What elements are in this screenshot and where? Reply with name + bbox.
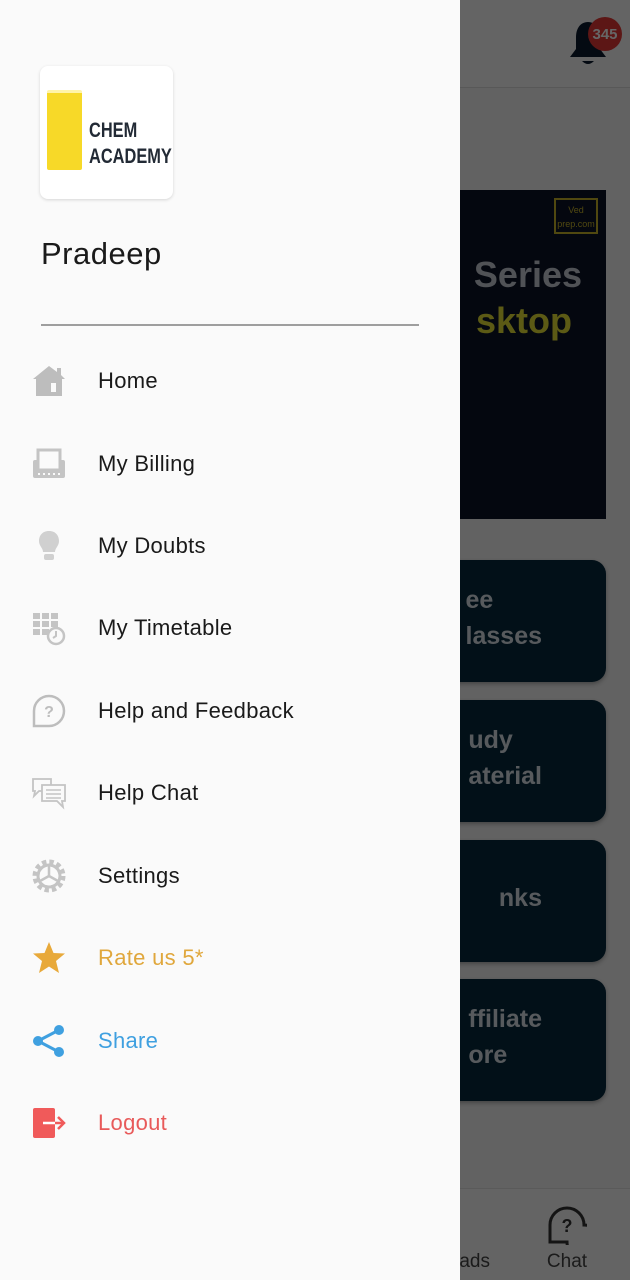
divider	[41, 324, 419, 326]
menu-label: Rate us 5*	[98, 945, 204, 970]
logo-line2: ACADEMY	[89, 145, 172, 168]
logo-text: CHEM ACADEMY	[89, 118, 172, 170]
menu-item-help-chat[interactable]: Help Chat	[0, 752, 460, 834]
menu-item-share[interactable]: Share	[0, 1000, 460, 1082]
timetable-icon	[30, 609, 68, 647]
menu-item-my-timetable[interactable]: My Timetable	[0, 587, 460, 669]
menu-item-home[interactable]: Home	[0, 340, 460, 422]
beaker-icon	[47, 90, 82, 170]
menu-label: Logout	[98, 1110, 168, 1135]
star-icon	[30, 939, 68, 977]
svg-text:?: ?	[44, 704, 54, 721]
menu-label: Home	[98, 368, 158, 393]
menu-label: Share	[98, 1028, 159, 1053]
app-logo: CHEM ACADEMY	[40, 66, 173, 199]
menu-item-settings[interactable]: Settings	[0, 835, 460, 917]
billing-icon	[30, 445, 68, 483]
user-name: Pradeep	[41, 236, 162, 271]
home-icon	[30, 362, 68, 400]
menu-label: My Billing	[98, 451, 196, 476]
logo-line1: CHEM	[89, 119, 138, 142]
gear-icon	[30, 857, 68, 895]
menu-item-my-doubts[interactable]: My Doubts	[0, 505, 460, 587]
menu-label: Settings	[98, 863, 180, 888]
chat-icon	[30, 774, 68, 812]
logout-icon	[30, 1104, 68, 1142]
menu-item-my-billing[interactable]: My Billing	[0, 423, 460, 505]
share-icon	[30, 1022, 68, 1060]
help-icon: ?	[30, 692, 68, 730]
menu-label: Help Chat	[98, 780, 199, 805]
menu-item-logout[interactable]: Logout	[0, 1082, 460, 1164]
lightbulb-icon	[30, 527, 68, 565]
menu-label: My Doubts	[98, 533, 206, 558]
navigation-drawer: CHEM ACADEMY Pradeep Home My Billing My …	[0, 0, 460, 1280]
menu-item-help-and-feedback[interactable]: ? Help and Feedback	[0, 670, 460, 752]
menu-item-rate-us[interactable]: Rate us 5*	[0, 917, 460, 999]
menu-label: Help and Feedback	[98, 698, 294, 723]
menu-label: My Timetable	[98, 615, 233, 640]
